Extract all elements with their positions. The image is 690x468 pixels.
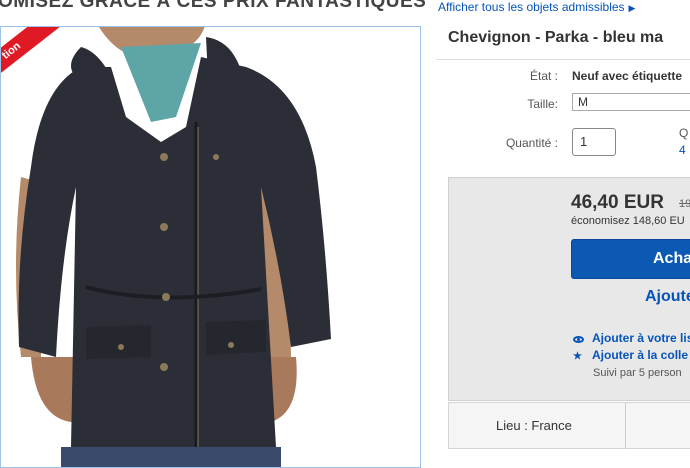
savings-text: économisez 148,60 EU [571, 215, 685, 227]
buy-box: 46,40 EUR 19 économisez 148,60 EU Acha A… [448, 177, 690, 401]
size-select-value[interactable]: M [578, 95, 588, 109]
quantity-input-value[interactable]: 1 [580, 134, 587, 149]
condition-label: État : [529, 69, 558, 83]
add-to-collection-link[interactable]: ★ Ajouter à la colle [573, 348, 688, 362]
size-label: Taille: [527, 97, 558, 111]
quantity-input[interactable]: 1 [572, 128, 616, 156]
view-all-eligible-label[interactable]: Afficher tous les objets admissibles [438, 0, 625, 14]
play-arrow-icon: ▶ [628, 3, 636, 13]
location-separator [625, 403, 626, 449]
parka-photo [1, 27, 420, 467]
quantity-available-count[interactable]: 4 [679, 143, 686, 157]
condition-value: Neuf avec étiquette [572, 69, 683, 83]
price: 46,40 EUR [571, 192, 664, 213]
add-to-watchlist-label[interactable]: Ajouter à votre lis [592, 331, 690, 345]
listing-details: Chevignon - Parka - bleu ma État : Neuf … [436, 26, 690, 468]
product-image[interactable]: tion [0, 26, 421, 468]
listing-title: Chevignon - Parka - bleu ma [448, 29, 664, 46]
item-location: Lieu : France [496, 418, 572, 433]
promo-banner: OMISEZ GRÂCE À CES PRIX FANTASTIQUES Aff… [0, 0, 690, 17]
followers-count: Suivi par 5 person [593, 367, 682, 379]
quantity-available-label: Q [679, 126, 689, 140]
location-bar: Lieu : France [448, 402, 690, 449]
star-icon: ★ [573, 351, 582, 362]
title-divider [436, 59, 690, 60]
add-to-cart-link[interactable]: Ajoute [645, 288, 690, 306]
view-all-eligible-link[interactable]: Afficher tous les objets admissibles ▶ [438, 0, 635, 14]
add-to-collection-label[interactable]: Ajouter à la colle [592, 348, 688, 362]
size-select[interactable]: M [572, 93, 690, 111]
add-to-watchlist-link[interactable]: Ajouter à votre lis [573, 331, 690, 345]
quantity-label: Quantité : [505, 136, 558, 150]
eye-icon [573, 334, 585, 345]
original-price: 19 [679, 198, 690, 210]
buy-now-button[interactable]: Acha [571, 239, 690, 279]
promo-banner-title: OMISEZ GRÂCE À CES PRIX FANTASTIQUES [0, 0, 427, 12]
